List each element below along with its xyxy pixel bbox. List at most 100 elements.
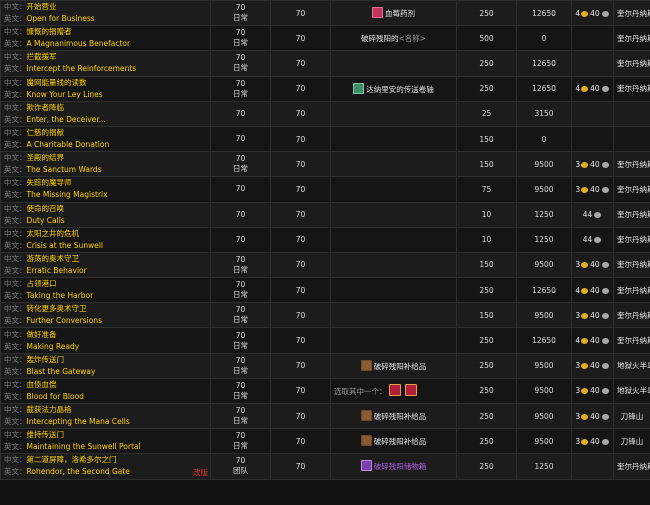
quest-zone[interactable] bbox=[613, 125, 650, 153]
quest-name-en[interactable]: Taking the Harbor bbox=[27, 291, 94, 300]
quest-name-zh[interactable]: 太阳之井的危机 bbox=[27, 229, 80, 238]
quest-zone[interactable]: 奎尔丹纳斯岛 bbox=[613, 453, 650, 480]
table-row: 中文：仁慈的捐献 英文：A Charitable Donation 70 70 150 0 bbox=[0, 125, 650, 153]
reward-item-name[interactable]: 破碎残阳补给品 bbox=[374, 362, 427, 371]
quest-zone[interactable]: 地狱火半岛 bbox=[613, 352, 650, 379]
quest-name-cell: 中文：截获法力晶格 英文：Intercepting the Mana Cells bbox=[0, 402, 211, 430]
quest-name-zh[interactable]: 欺诈者降临 bbox=[27, 103, 65, 112]
supply-bag-icon[interactable] bbox=[360, 460, 372, 472]
quest-name-en[interactable]: Crisis at the Sunwell bbox=[27, 241, 103, 250]
quest-zone[interactable]: 奎尔丹纳斯岛 bbox=[613, 176, 650, 203]
en-line: 英文：Enter, the Deceiver... bbox=[4, 114, 207, 126]
quest-zone[interactable]: 奎尔丹纳斯岛 bbox=[613, 151, 650, 178]
quest-name-en[interactable]: Maintaining the Sunwell Portal bbox=[27, 442, 141, 451]
quest-name-en[interactable]: Open for Business bbox=[27, 14, 95, 23]
quest-level: 70 bbox=[235, 184, 246, 194]
money-reward: 4 40 bbox=[571, 277, 614, 304]
reward-item-name[interactable]: 破碎残阳储物箱 bbox=[374, 462, 427, 471]
quest-name-zh[interactable]: 维持传送门 bbox=[27, 430, 65, 439]
quest-name-zh[interactable]: 圣殿的结界 bbox=[27, 153, 65, 162]
quest-zone[interactable]: 刀锋山 bbox=[613, 428, 650, 455]
quest-name-en[interactable]: Know Your Ley Lines bbox=[27, 90, 103, 99]
reputation-value: 25 bbox=[456, 100, 517, 127]
quest-zone[interactable]: 奎尔丹纳斯岛 bbox=[613, 50, 650, 77]
quest-name-zh[interactable]: 轰炸传送门 bbox=[27, 355, 65, 364]
gold-amount: 3 bbox=[575, 361, 581, 371]
quest-zone[interactable]: 奎尔丹纳斯岛 bbox=[613, 0, 650, 27]
quest-name-en[interactable]: Intercept the Reinforcements bbox=[27, 64, 137, 73]
quest-name-zh[interactable]: 失踪的魔导师 bbox=[27, 178, 72, 187]
quest-name-zh[interactable]: 血债血偿 bbox=[27, 380, 57, 389]
quest-name-en[interactable]: Erratic Behavior bbox=[27, 266, 87, 275]
supply-bag-icon[interactable] bbox=[360, 410, 372, 422]
reward-item-icon[interactable] bbox=[404, 384, 417, 397]
quest-name-en[interactable]: The Sanctum Wards bbox=[27, 165, 102, 174]
quest-zone[interactable]: 奎尔丹纳斯岛 bbox=[613, 25, 650, 52]
reward-item-name[interactable]: 破碎残阳补给品 bbox=[374, 437, 427, 446]
quest-name-cell: 中文：第二道屏障，洛希多尔之门 英文：Rohendor, the Second G… bbox=[0, 453, 211, 480]
gold-coin-icon bbox=[581, 10, 589, 17]
money-reward bbox=[571, 453, 614, 480]
quest-name-en[interactable]: Enter, the Deceiver... bbox=[27, 115, 106, 124]
quest-zone[interactable]: 奎尔丹纳斯岛 bbox=[613, 302, 650, 329]
quest-name-zh[interactable]: 拦截援军 bbox=[27, 52, 57, 61]
quest-name-cell: 中文：拦截援军 英文：Intercept the Reinforcements bbox=[0, 50, 211, 77]
quest-name-en[interactable]: Blood for Blood bbox=[27, 392, 84, 401]
reward-item-name[interactable]: 血莓药剂 bbox=[385, 9, 415, 18]
quest-level-cell: 70 日常 bbox=[210, 277, 271, 304]
quest-zone[interactable]: 刀锋山 bbox=[613, 402, 650, 430]
quest-level-cell: 70 日常 bbox=[210, 50, 271, 77]
potion-icon[interactable] bbox=[372, 7, 383, 19]
quest-zone[interactable]: 奎尔丹纳斯岛 bbox=[613, 277, 650, 304]
quest-name-zh[interactable]: 开始营业 bbox=[27, 2, 57, 11]
quest-zone[interactable]: 奎尔丹纳斯岛 bbox=[613, 201, 650, 228]
reward-cell: 破碎残阳补给品 bbox=[330, 402, 457, 430]
quest-name-en[interactable]: Intercepting the Mana Cells bbox=[27, 417, 130, 426]
gold-amount: 4 bbox=[575, 285, 581, 295]
quest-name-zh[interactable]: 截获法力晶格 bbox=[27, 405, 72, 414]
quest-name-en[interactable]: Further Conversions bbox=[27, 316, 102, 325]
quest-level-cell: 70 bbox=[210, 201, 271, 228]
quest-zone[interactable]: 奎尔丹纳斯岛 bbox=[613, 75, 650, 102]
reward-item-name[interactable]: 破碎残阳的 bbox=[361, 34, 399, 43]
quest-name-en[interactable]: Blast the Gateway bbox=[27, 367, 96, 376]
quest-name-zh[interactable]: 游荡的奥术守卫 bbox=[27, 254, 80, 263]
reward-item-icon[interactable] bbox=[388, 384, 401, 397]
zh-label: 中文： bbox=[4, 430, 27, 440]
quest-name-en[interactable]: A Charitable Donation bbox=[27, 140, 110, 149]
supply-bag-icon[interactable] bbox=[360, 435, 372, 447]
quest-zone[interactable]: 地狱火半岛 bbox=[613, 377, 650, 405]
quest-name-en[interactable]: Making Ready bbox=[27, 342, 80, 351]
quest-level-cell: 70 日常 bbox=[210, 75, 271, 102]
quest-name-en[interactable]: Rohendor, the Second Gate bbox=[27, 467, 130, 476]
reward-item-name[interactable]: 破碎残阳补给品 bbox=[374, 412, 427, 421]
zh-line: 中文：游荡的奥术守卫 bbox=[4, 253, 207, 265]
quest-name-zh[interactable]: 做好准备 bbox=[27, 330, 57, 339]
quest-zone[interactable] bbox=[613, 100, 650, 127]
quest-name-en[interactable]: The Missing Magistrix bbox=[27, 190, 108, 199]
reward-item-name[interactable]: 达纳里安的传送卷轴 bbox=[366, 85, 434, 94]
en-line: 英文：Know Your Ley Lines bbox=[4, 89, 207, 101]
quest-name-zh[interactable]: 使命的召唤 bbox=[27, 204, 65, 213]
quest-name-zh[interactable]: 慷慨的捐赠者 bbox=[27, 27, 72, 36]
en-label: 英文： bbox=[4, 39, 27, 49]
zh-line: 中文：慷慨的捐赠者 bbox=[4, 27, 207, 39]
table-row: 中文：血债血偿 英文：Blood for Blood 70 日常 70 选取其中一个： 25… bbox=[0, 377, 650, 405]
quest-name-zh[interactable]: 转化更多奥术守卫 bbox=[27, 304, 87, 313]
quest-name-zh[interactable]: 魔网能量线的读数 bbox=[27, 78, 87, 87]
quest-zone[interactable]: 奎尔丹纳斯岛 bbox=[613, 327, 650, 354]
quest-zone[interactable]: 奎尔丹纳斯岛 bbox=[613, 226, 650, 253]
quest-name-cell: 中文：圣殿的结界 英文：The Sanctum Wards bbox=[0, 151, 211, 178]
quest-table: 中文：开始营业 英文：Open for Business 70 日常 70 血莓药剂 250… bbox=[0, 0, 650, 480]
quest-name-en[interactable]: A Magnanimous Benefactor bbox=[27, 39, 131, 48]
supply-bag-icon[interactable] bbox=[360, 359, 372, 371]
zh-label: 中文： bbox=[4, 228, 27, 238]
quest-name-zh[interactable]: 第二道屏障，洛希多尔之门 bbox=[27, 455, 117, 464]
scroll-icon[interactable] bbox=[353, 82, 365, 94]
quest-name-cell: 中文：魔网能量线的读数 英文：Know Your Ley Lines bbox=[0, 75, 211, 102]
quest-zone[interactable]: 奎尔丹纳斯岛 bbox=[613, 251, 650, 279]
quest-name-en[interactable]: Duty Calls bbox=[27, 216, 65, 225]
quest-name-zh[interactable]: 仁慈的捐献 bbox=[27, 128, 65, 137]
quest-name-zh[interactable]: 占领港口 bbox=[27, 279, 57, 288]
quest-type: 日常 bbox=[233, 315, 248, 325]
